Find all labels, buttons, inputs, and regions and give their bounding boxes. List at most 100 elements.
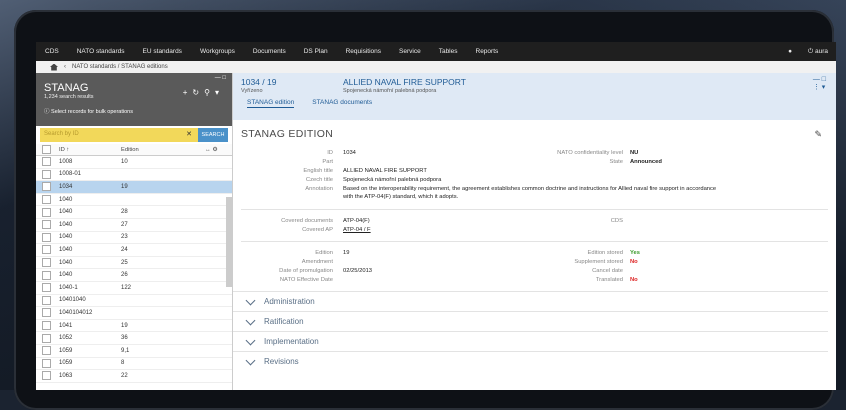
search-bar: Search by ID ✕ SEARCH (40, 128, 228, 142)
nav-requisitions[interactable]: Requisitions (337, 48, 390, 55)
row-checkbox[interactable] (42, 195, 51, 205)
nav-tables[interactable]: Tables (430, 48, 467, 55)
panel-window-controls[interactable]: — □ (215, 75, 226, 81)
row-checkbox[interactable] (42, 232, 51, 242)
nav-eu-standards[interactable]: EU standards (134, 48, 191, 55)
label-edition: Edition (315, 250, 333, 256)
nav-service[interactable]: Service (390, 48, 430, 55)
list-row[interactable]: 1052 36 (36, 332, 232, 345)
row-checkbox[interactable] (42, 308, 51, 318)
list-row[interactable]: 1040 24 (36, 244, 232, 257)
list-row[interactable]: 1008-01 (36, 169, 232, 182)
label-translated: Translated (595, 277, 623, 283)
value-translated: No (630, 277, 638, 283)
search-input[interactable]: Search by ID (44, 131, 79, 137)
columns-icon[interactable]: ↔ ⚙ (205, 147, 218, 153)
refresh-icon[interactable]: ↻ (192, 88, 204, 97)
nav-ds-plan[interactable]: DS Plan (295, 48, 337, 55)
row-checkbox[interactable] (42, 333, 51, 343)
row-edition: 23 (121, 234, 128, 241)
label-covered-documents: Covered documents (281, 218, 333, 224)
row-checkbox[interactable] (42, 220, 51, 230)
tab-stanag-edition[interactable]: STANAG edition (247, 99, 295, 108)
accordion-revisions[interactable]: Revisions (233, 351, 828, 371)
list-row[interactable]: 1040 25 (36, 257, 232, 270)
row-checkbox[interactable] (42, 245, 51, 255)
row-checkbox[interactable] (42, 371, 51, 381)
list-row[interactable]: 1034 19 (36, 181, 232, 194)
nav-workgroups[interactable]: Workgroups (191, 48, 244, 55)
row-edition: 8 (121, 360, 125, 367)
row-checkbox[interactable] (42, 207, 51, 217)
logout-button[interactable]: ⏻ aura (800, 48, 836, 56)
nav-documents[interactable]: Documents (244, 48, 295, 55)
list-row[interactable]: 1040104012 (36, 307, 232, 320)
detail-tabs: STANAG edition STANAG documents (247, 99, 372, 108)
search-icon[interactable]: ⚲ (204, 88, 215, 97)
chevron-down-icon (245, 315, 256, 325)
row-checkbox[interactable] (42, 182, 51, 192)
list-row[interactable]: 1063 22 (36, 370, 232, 383)
row-checkbox[interactable] (42, 346, 51, 356)
label-edition-stored: Edition stored (587, 250, 623, 256)
chevron-down-icon (245, 355, 256, 365)
row-checkbox[interactable] (42, 270, 51, 280)
row-checkbox[interactable] (42, 258, 51, 268)
list-row[interactable]: 1040 26 (36, 269, 232, 282)
accordion-implementation[interactable]: Implementation (233, 331, 828, 351)
back-chevron-icon[interactable]: ‹ (64, 64, 66, 70)
row-checkbox[interactable] (42, 321, 51, 331)
label-annotation: Annotation (305, 186, 333, 192)
label-english-title: English title (303, 168, 333, 174)
edit-icon[interactable]: ✎ (814, 129, 822, 140)
value-covered-ap[interactable]: ATP-04 / F (343, 227, 371, 233)
breadcrumb-text[interactable]: NATO standards / STANAG editions (72, 64, 168, 70)
scrollbar[interactable] (226, 197, 232, 287)
list-row[interactable]: 1040 23 (36, 232, 232, 245)
nav-nato-standards[interactable]: NATO standards (68, 48, 134, 55)
row-id: 1040 (59, 196, 73, 203)
col-id-header[interactable]: ID ↑ (59, 147, 121, 153)
row-checkbox[interactable] (42, 358, 51, 368)
row-edition: 19 (121, 322, 128, 329)
home-icon[interactable] (50, 63, 58, 71)
row-checkbox[interactable] (42, 283, 51, 293)
value-czech-title: Spojenecká námořní palebná podpora (343, 177, 442, 183)
add-icon[interactable]: + (183, 88, 193, 97)
nav-cds[interactable]: CDS (36, 48, 68, 55)
list-column-header: ID ↑ Edition ↔ ⚙ (36, 144, 232, 156)
row-id: 1059 (59, 360, 73, 367)
search-button[interactable]: SEARCH (198, 128, 228, 142)
list-row[interactable]: 1040 27 (36, 219, 232, 232)
accordion-administration[interactable]: Administration (233, 291, 828, 311)
list-row[interactable]: 1059 9,1 (36, 345, 232, 358)
row-checkbox[interactable] (42, 157, 51, 167)
list-row[interactable]: 10401040 (36, 295, 232, 308)
row-id: 1059 (59, 347, 73, 354)
list-row[interactable]: 1041 19 (36, 320, 232, 333)
list-row[interactable]: 1040 (36, 194, 232, 207)
detail-window-controls[interactable]: — □ ⋮ ▾ (813, 76, 826, 91)
list-row[interactable]: 1040-1 122 (36, 282, 232, 295)
row-checkbox[interactable] (42, 169, 51, 179)
value-covered-documents: ATP-04(F) (343, 218, 370, 224)
list-row[interactable]: 1040 28 (36, 206, 232, 219)
select-all-checkbox[interactable] (42, 145, 51, 154)
clear-icon[interactable]: ✕ (186, 130, 192, 138)
user-icon[interactable]: ● (780, 48, 800, 55)
list-row[interactable]: 1008 10 (36, 156, 232, 169)
label-amendment: Amendment (301, 259, 333, 265)
menu-chevron-icon[interactable]: ▾ (215, 88, 224, 97)
bulk-hint[interactable]: ⓘ Select records for bulk operations (44, 107, 133, 115)
row-id: 10401040 (59, 297, 86, 304)
row-checkbox[interactable] (42, 295, 51, 305)
accordion-ratification[interactable]: Ratification (233, 311, 828, 331)
nav-reports[interactable]: Reports (467, 48, 508, 55)
tab-stanag-documents[interactable]: STANAG documents (312, 99, 372, 108)
value-annotation-line1: Based on the interoperability requiremen… (343, 186, 717, 192)
row-edition: 26 (121, 272, 128, 279)
label-covered-ap: Covered AP (302, 227, 333, 233)
col-edition-header[interactable]: Edition (121, 147, 201, 153)
value-id: 1034 (343, 150, 356, 156)
list-row[interactable]: 1059 8 (36, 358, 232, 371)
